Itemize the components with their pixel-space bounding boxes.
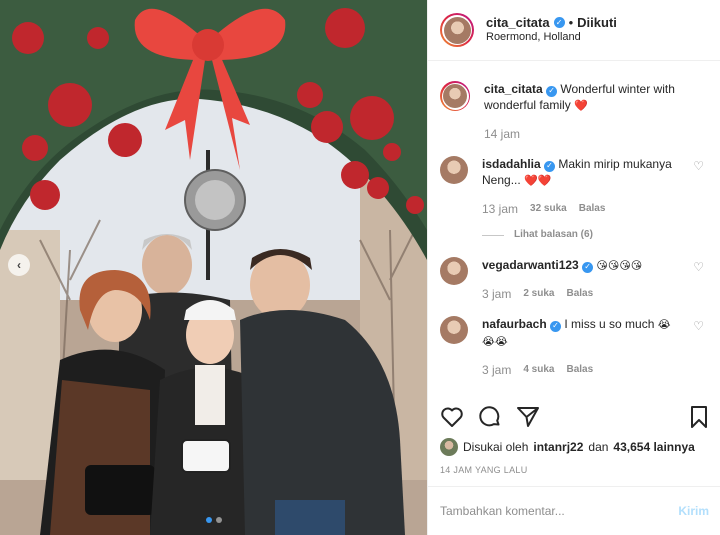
comment-likes[interactable]: 4 suka [523,362,554,378]
heart-icon[interactable]: ♡ [693,159,704,173]
comment-form: Kirim [428,486,720,535]
comment-text: I miss u so much [564,317,655,331]
likes-connector: dan [588,440,609,454]
reply-button[interactable]: Balas [566,362,593,378]
comment-likes[interactable]: 32 suka [530,201,567,217]
comment-icon[interactable] [478,405,502,429]
heart-icon[interactable] [440,406,464,428]
likes-prefix: Disukai oleh [463,440,529,454]
comment-item: isdadahlia ✓ Makin mirip mukanya Neng...… [440,156,706,243]
follow-button[interactable]: Diikuti [577,15,617,30]
post-timestamp[interactable]: 14 JAM YANG LALU [440,465,528,475]
reply-button[interactable]: Balas [579,201,606,217]
comment-emoji: ❤️❤️ [524,175,552,187]
view-replies[interactable]: Lihat balasan (6) [482,227,678,243]
verified-badge-icon: ✓ [550,320,562,332]
heart-icon[interactable]: ♡ [693,319,704,333]
heart-icon[interactable]: ♡ [693,260,704,274]
carousel-dot-active [205,517,212,523]
post-header: cita_citata ✓ • Diikuti Roermond, Hollan… [428,0,720,61]
comment-input[interactable] [440,504,679,518]
verified-badge-icon: ✓ [546,85,558,97]
replies-line [482,234,504,236]
carousel-dot [215,517,222,523]
reply-button[interactable]: Balas [566,286,593,302]
liker-username[interactable]: intanrj22 [533,440,583,454]
comment-time[interactable]: 3 jam [482,286,511,302]
comment-likes[interactable]: 2 suka [523,286,554,302]
commenter-avatar[interactable] [440,316,468,344]
carousel-indicator [0,517,427,523]
follow-separator: • [568,15,574,30]
likes-count[interactable]: 43,654 lainnya [613,440,694,454]
comment-item: vegadarwanti123 ✓ 😘😘😘😘 3 jam 2 suka Bala… [440,257,706,302]
caption-avatar[interactable] [440,81,470,111]
verified-badge-icon: ✓ [582,261,594,273]
author-username[interactable]: cita_citata [486,15,550,30]
verified-badge-icon: ✓ [553,17,565,28]
commenter-avatar[interactable] [440,156,468,184]
comment-username[interactable]: isdadahlia [482,157,541,171]
likes-summary[interactable]: Disukai oleh intanrj22 dan 43,654 lainny… [440,438,695,456]
share-icon[interactable] [516,406,540,428]
liker-avatar[interactable] [440,438,458,456]
caption: cita_citata ✓ Wonderful winter with wond… [440,81,706,142]
comment-item: nafaurbach ✓ I miss u so much 😭😭😭 3 jam … [440,316,706,378]
comment-username[interactable]: nafaurbach [482,317,547,331]
caption-time[interactable]: 14 jam [484,126,520,142]
commenter-avatar[interactable] [440,257,468,285]
comment-time[interactable]: 3 jam [482,362,511,378]
comments-list: cita_citata ✓ Wonderful winter with wond… [428,61,720,431]
post-comment-button[interactable]: Kirim [678,504,709,518]
comment-username[interactable]: vegadarwanti123 [482,258,579,272]
photo-illustration [0,0,427,535]
chevron-left-icon[interactable]: ‹ [8,254,30,276]
post-sidebar: cita_citata ✓ • Diikuti Roermond, Hollan… [427,0,720,535]
action-bar [428,404,720,430]
bookmark-icon[interactable] [689,405,709,429]
caption-emoji: ❤️ [574,100,588,112]
comment-time[interactable]: 13 jam [482,201,518,217]
caption-username[interactable]: cita_citata [484,82,543,96]
author-avatar[interactable] [440,13,474,47]
post-photo[interactable]: ‹ [0,0,427,535]
comment-emoji: 😘😘😘😘 [596,260,643,272]
view-replies-label[interactable]: Lihat balasan (6) [514,227,593,243]
post-location[interactable]: Roermond, Holland [486,30,617,45]
verified-badge-icon: ✓ [544,160,556,172]
